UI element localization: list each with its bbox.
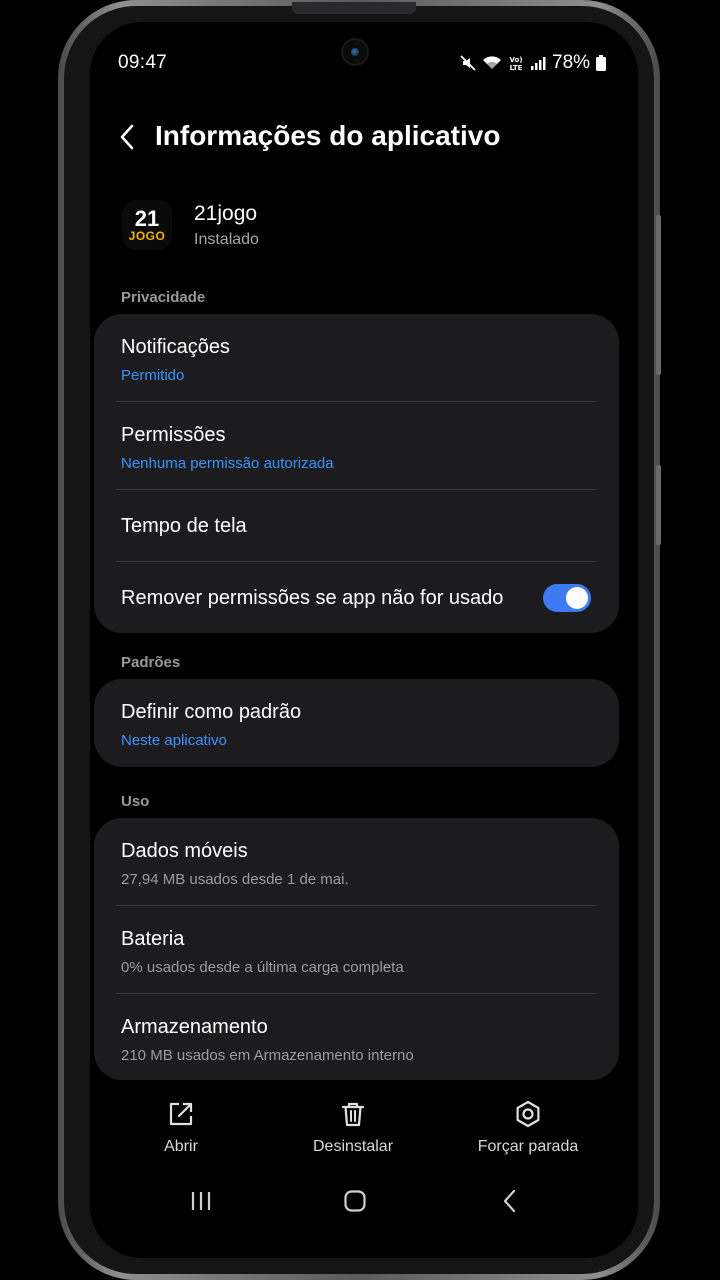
front-camera bbox=[343, 40, 367, 64]
item-title: Dados móveis bbox=[121, 840, 248, 862]
divider bbox=[116, 401, 597, 402]
speaker-grille bbox=[292, 2, 416, 14]
section-label-privacy: Privacidade bbox=[121, 289, 206, 306]
recents-icon bbox=[191, 1192, 211, 1210]
item-subtitle: 27,94 MB usados desde 1 de mai. bbox=[121, 871, 349, 888]
mute-icon bbox=[460, 55, 476, 71]
mobile-data-item[interactable]: Dados móveis 27,94 MB usados desde 1 de … bbox=[121, 840, 592, 888]
screen-time-item[interactable]: Tempo de tela bbox=[121, 515, 592, 538]
section-label-defaults: Padrões bbox=[121, 654, 181, 671]
page-title: Informações do aplicativo bbox=[155, 120, 501, 151]
privacy-card: Notificações Permitido Permissões Nenhum… bbox=[94, 314, 619, 633]
item-title: Tempo de tela bbox=[121, 515, 247, 537]
item-subtitle: 0% usados desde a última carga completa bbox=[121, 959, 404, 976]
trash-icon bbox=[341, 1102, 365, 1127]
battery-icon bbox=[596, 55, 607, 71]
item-title: Definir como padrão bbox=[121, 701, 302, 723]
usage-card: Dados móveis 27,94 MB usados desde 1 de … bbox=[94, 818, 619, 1080]
volte-icon: Vo) LTE bbox=[509, 56, 523, 72]
app-icon-number: 21 bbox=[134, 206, 160, 231]
status-icons: Vo) LTE 78% bbox=[460, 52, 607, 74]
divider bbox=[116, 905, 597, 906]
item-subtitle: 210 MB usados em Armazenamento interno bbox=[121, 1047, 414, 1064]
home-icon bbox=[344, 1190, 366, 1212]
back-arrow-icon bbox=[503, 1189, 516, 1213]
open-button[interactable]: Abrir bbox=[140, 1100, 222, 1156]
remove-permissions-item: Remover permissões se app não for usado bbox=[121, 587, 529, 610]
uninstall-label: Desinstalar bbox=[312, 1138, 394, 1155]
app-icon: 21 JOGO bbox=[122, 200, 172, 250]
status-time: 09:47 bbox=[118, 52, 168, 73]
item-title: Remover permissões se app não for usado bbox=[121, 587, 504, 609]
open-external-icon bbox=[169, 1102, 193, 1126]
stop-octagon-icon bbox=[516, 1100, 540, 1128]
item-subtitle: Permitido bbox=[121, 367, 185, 384]
app-status: Instalado bbox=[194, 231, 259, 248]
item-subtitle: Neste aplicativo bbox=[121, 732, 227, 749]
wifi-icon bbox=[483, 56, 501, 69]
item-title: Bateria bbox=[121, 928, 185, 950]
home-button[interactable] bbox=[334, 1188, 376, 1214]
divider bbox=[116, 993, 597, 994]
app-icon-word: JOGO bbox=[128, 229, 166, 243]
divider bbox=[116, 561, 597, 562]
nav-back-button[interactable] bbox=[490, 1188, 530, 1214]
open-label: Abrir bbox=[164, 1138, 198, 1155]
force-stop-label: Forçar parada bbox=[477, 1138, 579, 1155]
signal-icon bbox=[531, 57, 546, 70]
back-button[interactable] bbox=[118, 120, 142, 154]
remove-permissions-toggle[interactable] bbox=[543, 584, 591, 612]
volume-button bbox=[656, 215, 661, 375]
item-title: Notificações bbox=[121, 336, 230, 358]
toggle-knob bbox=[566, 587, 588, 609]
permissions-item[interactable]: Permissões Nenhuma permissão autorizada bbox=[121, 424, 592, 472]
force-stop-button[interactable]: Forçar parada bbox=[468, 1100, 588, 1156]
item-title: Permissões bbox=[121, 424, 226, 446]
notifications-item[interactable]: Notificações Permitido bbox=[121, 336, 592, 384]
recents-button[interactable] bbox=[180, 1188, 222, 1214]
storage-item[interactable]: Armazenamento 210 MB usados em Armazenam… bbox=[121, 1016, 592, 1064]
power-button bbox=[656, 465, 661, 545]
svg-text:Vo): Vo) bbox=[509, 56, 522, 64]
set-default-item[interactable]: Definir como padrão Neste aplicativo bbox=[121, 701, 592, 749]
battery-item[interactable]: Bateria 0% usados desde a última carga c… bbox=[121, 928, 592, 976]
uninstall-button[interactable]: Desinstalar bbox=[303, 1100, 403, 1156]
defaults-card: Definir como padrão Neste aplicativo bbox=[94, 679, 619, 767]
item-title: Armazenamento bbox=[121, 1016, 268, 1038]
section-label-usage: Uso bbox=[121, 793, 150, 810]
battery-percent: 78% bbox=[552, 52, 591, 73]
divider bbox=[116, 489, 597, 490]
svg-text:LTE: LTE bbox=[510, 64, 523, 72]
app-name: 21jogo bbox=[194, 202, 258, 225]
item-subtitle: Nenhuma permissão autorizada bbox=[121, 455, 334, 472]
chevron-left-icon bbox=[120, 124, 134, 150]
